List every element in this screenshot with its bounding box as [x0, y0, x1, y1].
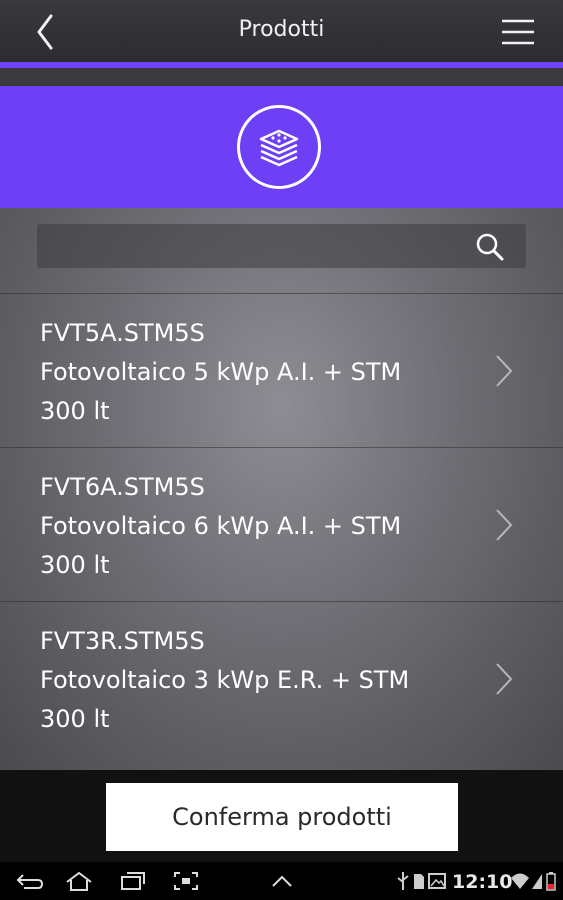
product-capacity: 300 lt [40, 705, 110, 733]
chevron-right-icon [496, 663, 513, 695]
page-title: Prodotti [238, 17, 325, 42]
hamburger-menu-icon [502, 19, 534, 45]
bottom-action-bar: Conferma prodotti [0, 770, 563, 862]
product-text: FVT3R.STM5S Fotovoltaico 3 kWp E.R. + ST… [40, 622, 470, 739]
search-input[interactable] [47, 230, 471, 264]
banner-icon-circle [237, 105, 321, 189]
back-button[interactable] [26, 10, 66, 54]
layers-stack-icon [259, 129, 299, 167]
image-notification-icon [428, 873, 446, 889]
product-capacity: 300 lt [40, 551, 110, 579]
product-description: Fotovoltaico 6 kWp A.I. + STM [40, 512, 402, 540]
header-spacer [0, 68, 563, 86]
search-bar[interactable] [37, 224, 526, 268]
chevron-right-icon [496, 355, 513, 387]
product-row[interactable]: FVT3R.STM5S Fotovoltaico 3 kWp E.R. + ST… [0, 601, 563, 755]
product-code: FVT3R.STM5S [40, 627, 205, 655]
product-list-area: FVT5A.STM5S Fotovoltaico 5 kWp A.I. + ST… [0, 208, 563, 770]
recent-apps-icon[interactable] [118, 870, 148, 892]
product-list: FVT5A.STM5S Fotovoltaico 5 kWp A.I. + ST… [0, 293, 563, 755]
usb-icon [397, 872, 409, 890]
battery-icon [546, 872, 556, 891]
product-row[interactable]: FVT6A.STM5S Fotovoltaico 6 kWp A.I. + ST… [0, 447, 563, 601]
chevron-left-icon [37, 14, 53, 50]
confirm-products-button[interactable]: Conferma prodotti [106, 783, 458, 851]
system-nav-bar: 12:10 [0, 862, 563, 900]
sd-card-icon [414, 874, 424, 889]
product-description: Fotovoltaico 3 kWp E.R. + STM [40, 666, 410, 694]
search-icon[interactable] [474, 231, 506, 263]
chevron-up-icon[interactable] [269, 870, 295, 892]
product-text: FVT6A.STM5S Fotovoltaico 6 kWp A.I. + ST… [40, 468, 470, 585]
screenshot-icon[interactable] [172, 870, 200, 892]
product-description: Fotovoltaico 5 kWp A.I. + STM [40, 358, 402, 386]
back-nav-icon[interactable] [14, 870, 44, 892]
product-row[interactable]: FVT5A.STM5S Fotovoltaico 5 kWp A.I. + ST… [0, 293, 563, 447]
menu-button[interactable] [496, 12, 540, 52]
wifi-icon [511, 873, 529, 889]
status-clock: 12:10 [452, 871, 513, 893]
signal-icon [532, 874, 542, 889]
product-code: FVT5A.STM5S [40, 319, 205, 347]
chevron-right-icon [496, 509, 513, 541]
home-nav-icon[interactable] [64, 870, 94, 892]
product-text: FVT5A.STM5S Fotovoltaico 5 kWp A.I. + ST… [40, 314, 470, 431]
category-banner [0, 86, 563, 208]
app-header: Prodotti [0, 0, 563, 64]
product-code: FVT6A.STM5S [40, 473, 205, 501]
product-capacity: 300 lt [40, 397, 110, 425]
